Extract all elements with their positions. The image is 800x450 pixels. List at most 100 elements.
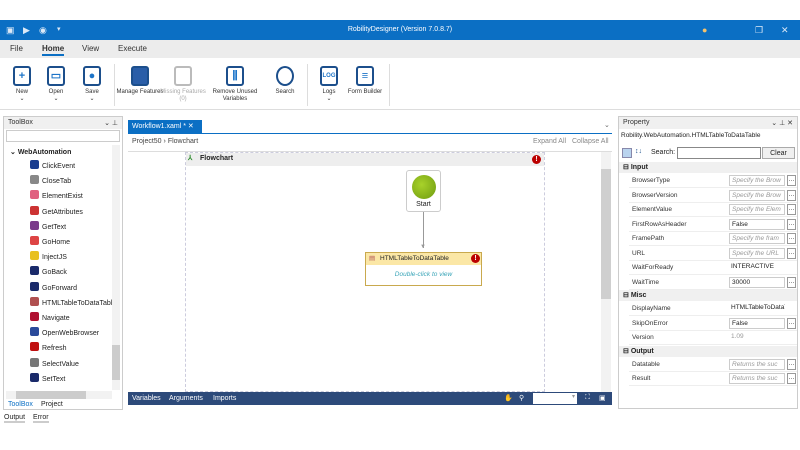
title-bar: ▣ ▶ ◉ ▾ RobilityDesigner (Version 7.0.8.… [0, 20, 800, 40]
toolbox-item[interactable]: HTMLTableToDataTable [30, 296, 116, 307]
menu-view[interactable]: View [82, 44, 99, 53]
ellipsis-button[interactable]: … [787, 373, 796, 384]
ellipsis-button[interactable]: … [787, 175, 796, 186]
menu-file[interactable]: File [10, 44, 23, 53]
property-section-output[interactable]: ⊟ Output [619, 345, 797, 357]
canvas-scrollbar[interactable] [601, 152, 611, 392]
arguments-tab[interactable]: Arguments [169, 395, 203, 402]
toolbox-scrollbar[interactable] [112, 145, 120, 390]
ellipsis-button[interactable]: … [787, 233, 796, 244]
search-button[interactable]: Search [260, 66, 310, 96]
property-panel: Property ⌄ ⊥ ✕ Robility.WebAutomation.HTM… [618, 116, 798, 409]
form-builder-button[interactable]: ≡ Form Builder [340, 66, 390, 96]
collapse-icon[interactable]: ⊟ [623, 348, 629, 355]
variables-tab[interactable]: Variables [132, 395, 161, 402]
property-value-input[interactable]: HTMLTableToDataTable [729, 303, 785, 314]
tab-project[interactable]: Project [41, 401, 63, 408]
property-value-input[interactable]: False [729, 317, 785, 329]
expand-all-button[interactable]: Expand All [533, 138, 566, 145]
imports-tab[interactable]: Imports [213, 395, 236, 402]
restore-button[interactable]: ❐ [755, 25, 763, 36]
collapse-all-button[interactable]: Collapse All [572, 138, 609, 145]
toolbox-item[interactable]: SetText [30, 372, 65, 383]
pan-hand-icon[interactable]: ✋ [504, 394, 513, 402]
missing-features-button[interactable]: Missing Features (0) [158, 66, 208, 103]
save-button[interactable]: ● Save ⌄ [67, 66, 117, 103]
ellipsis-button[interactable]: … [787, 204, 796, 215]
ellipsis-button[interactable]: … [787, 358, 796, 370]
toolbox-item[interactable]: OpenWebBrowser [30, 327, 99, 337]
toolbox-item[interactable]: GoBack [30, 266, 67, 276]
designer-canvas[interactable]: ⅄ Flowchart! Start ▼ ▤ HTMLTableToDataTabl… [128, 151, 612, 392]
property-value-input[interactable]: Specify the Elem [729, 204, 785, 215]
tab-workflow1[interactable]: Workflow1.xaml * ✕ [128, 120, 202, 133]
toolbox-search-input[interactable] [6, 130, 120, 142]
overview-icon[interactable]: ▣ [599, 394, 606, 402]
property-value-input[interactable]: Specify the URL [729, 247, 785, 259]
property-section-input[interactable]: ⊟ Input [619, 162, 797, 173]
clear-button[interactable]: Clear [762, 147, 795, 159]
close-button[interactable]: ✕ [781, 25, 789, 36]
property-section-misc[interactable]: ⊟ Misc [619, 290, 797, 301]
property-value-input[interactable]: Specify the Brow [729, 189, 785, 201]
toolbox-item[interactable]: Navigate [30, 312, 70, 322]
zoom-icon[interactable]: ⚲ [519, 394, 524, 402]
fit-to-screen-icon[interactable]: ⛶ [585, 394, 590, 402]
ellipsis-button[interactable]: … [787, 218, 796, 230]
tab-output[interactable]: Output [4, 414, 26, 423]
toolbox-item[interactable]: CloseTab [30, 175, 71, 185]
toolbox-item[interactable]: InjectJS [30, 251, 67, 261]
property-search-input[interactable] [677, 147, 761, 159]
start-icon [411, 175, 436, 199]
property-value-input[interactable]: Returns the suc [729, 373, 785, 384]
collapse-icon[interactable]: ⊟ [623, 292, 629, 299]
ellipsis-button[interactable]: … [787, 317, 796, 329]
breadcrumb: Project50 › Flowchart [132, 138, 199, 145]
categorized-icon[interactable] [622, 148, 632, 158]
property-value-input[interactable]: Returns the suc [729, 358, 785, 370]
property-value-input[interactable]: 1.09 [729, 332, 785, 343]
pin-icon[interactable]: ⌄ ⊥ [104, 119, 118, 127]
property-name: FirstRowAsHeader [632, 220, 687, 228]
toolbox-item[interactable]: GetAttributes [30, 205, 83, 216]
breadcrumb-project[interactable]: Project50 [132, 138, 162, 145]
property-value-input[interactable]: Specify the fram [729, 233, 785, 244]
panel-controls-icon[interactable]: ⌄ ⊥ ✕ [771, 119, 793, 127]
property-value-input[interactable]: INTERACTIVE [729, 262, 785, 273]
activity-icon [30, 372, 39, 382]
tab-dropdown-icon[interactable]: ⌄ [604, 121, 610, 129]
divider [128, 133, 612, 134]
close-tab-icon[interactable]: ✕ [188, 123, 194, 130]
ellipsis-button[interactable]: … [787, 189, 796, 201]
start-node[interactable]: Start [406, 170, 441, 212]
activity-icon [30, 251, 39, 261]
breadcrumb-flowchart[interactable]: Flowchart [168, 138, 198, 145]
toolbox-category[interactable]: ⌄ WebAutomation [10, 148, 71, 156]
toolbox-item[interactable]: ClickEvent [30, 160, 75, 170]
property-name: URL [632, 249, 646, 257]
sort-alpha-icon[interactable]: ↕↓ [635, 148, 642, 155]
menu-execute[interactable]: Execute [118, 44, 147, 53]
tab-error[interactable]: Error [33, 414, 49, 423]
ellipsis-button[interactable]: … [787, 247, 796, 259]
property-value-input[interactable]: False [729, 218, 785, 230]
zoom-select[interactable]: ▾ [533, 393, 577, 404]
toolbox-item[interactable]: GoHome [30, 236, 70, 246]
activity-htmltabletodatatable[interactable]: ▤ HTMLTableToDataTable! Double-click to v… [365, 252, 482, 286]
user-avatar-icon[interactable]: ● [702, 25, 707, 35]
collapse-icon[interactable]: ⊟ [623, 164, 629, 171]
property-row: SkipOnError False… [629, 317, 797, 331]
property-value-input[interactable]: Specify the Brow [729, 175, 785, 186]
toolbox-item[interactable]: GoForward [30, 281, 77, 292]
toolbox-item[interactable]: SelectValue [30, 357, 79, 368]
remove-unused-variables-button[interactable]: ⫼ Remove Unused Variables [210, 66, 260, 103]
toolbox-hscrollbar[interactable] [6, 391, 112, 399]
property-row: URL Specify the URL… [629, 247, 797, 261]
property-value-input[interactable]: 30000 [729, 276, 785, 288]
tab-toolbox[interactable]: ToolBox [8, 401, 33, 408]
toolbox-item[interactable]: Refresh [30, 342, 67, 352]
ellipsis-button[interactable]: … [787, 276, 796, 288]
toolbox-item[interactable]: ElementExist [30, 190, 83, 200]
menu-home[interactable]: Home [42, 44, 65, 56]
toolbox-item[interactable]: GetText [30, 220, 66, 231]
